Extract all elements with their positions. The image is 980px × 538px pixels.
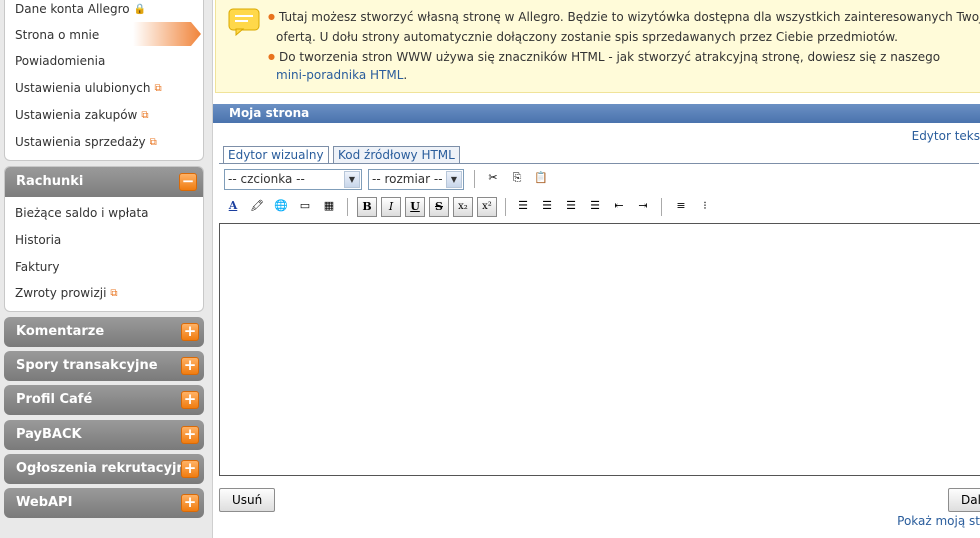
strikethrough-icon[interactable]: S [429,197,449,217]
external-link-icon: ⧉ [149,137,157,148]
info-text-line-3: ● Do tworzenia stron WWW używa się znaczn… [268,50,941,64]
editor-toolbar: -- czcionka -- ▼ -- rozmiar -- ▼ ✂ ⎘ 📋 A… [219,164,723,223]
info-text-line-4: mini-poradnika HTML. [276,68,408,82]
delete-button[interactable]: Usuń [219,488,276,512]
sidebar-section-profile-cafe[interactable]: Profil Café + [4,385,204,415]
paste-icon[interactable]: 📋 [531,169,551,189]
insert-link-icon[interactable]: 🌐 [271,197,291,217]
italic-icon[interactable]: I [381,197,401,217]
sidebar-item-sales-settings[interactable]: Ustawienia sprzedaży ⧉ [15,133,157,151]
align-left-icon[interactable]: ☰ [513,197,533,217]
sidebar-item-favourites-settings[interactable]: Ustawienia ulubionych ⧉ [15,79,162,97]
sidebar-section-comments[interactable]: Komentarze + [4,317,204,347]
accounts-header[interactable]: Rachunki − [5,167,203,197]
expand-icon[interactable]: + [181,460,199,478]
info-text-line-2: ofertą. U dołu strony automatycznie dołą… [276,30,898,44]
expand-icon[interactable]: + [181,391,199,409]
chevron-down-icon: ▼ [446,171,462,188]
toolbar-separator [347,198,348,216]
bullet-icon: ● [268,52,275,61]
underline-icon[interactable]: U [405,197,425,217]
bold-icon[interactable]: B [357,197,377,217]
lock-icon: 🔒 [133,4,147,15]
outdent-icon[interactable]: ⇤ [609,197,629,217]
align-center-icon[interactable]: ☰ [537,197,557,217]
sidebar-item-balance[interactable]: Bieżące saldo i wpłata [15,204,149,222]
sidebar-section-webapi[interactable]: WebAPI + [4,488,204,518]
active-item-indicator [133,22,201,46]
toolbar-separator [661,198,662,216]
editor-content-area[interactable] [219,223,980,476]
toolbar-separator [474,170,475,188]
speech-bubble-icon [228,8,260,36]
sidebar-item-account-data[interactable]: Dane konta Allegro 🔒 [15,0,146,18]
insert-image-icon[interactable]: ▭ [295,197,315,217]
sidebar-item-commission-refunds[interactable]: Zwroty prowizji ⧉ [15,284,118,302]
toolbar-separator [505,198,506,216]
main-content: ● Tutaj możesz stworzyć własną stronę w A… [212,0,980,538]
numbered-list-icon[interactable]: ≡ [671,197,691,217]
account-menu: Dane konta Allegro 🔒 Strona o mnie Powiad… [4,0,204,161]
sidebar-item-history[interactable]: Historia [15,231,61,249]
external-link-icon: ⧉ [154,83,162,94]
sidebar: Dane konta Allegro 🔒 Strona o mnie Powiad… [0,0,212,538]
cut-icon[interactable]: ✂ [483,169,503,189]
section-header: Moja strona [213,104,980,123]
sidebar-item-purchase-settings[interactable]: Ustawienia zakupów ⧉ [15,106,148,124]
text-editor-link[interactable]: Edytor teks [912,129,980,143]
sidebar-section-disputes[interactable]: Spory transakcyjne + [4,351,204,381]
indent-icon[interactable]: ⇥ [633,197,653,217]
html-guide-link[interactable]: mini-poradnika HTML [276,68,403,82]
bullet-icon: ● [268,12,275,21]
bulleted-list-icon[interactable]: ⁝ [695,197,715,217]
size-select[interactable]: -- rozmiar -- ▼ [368,169,464,190]
info-text-line-1: ● Tutaj możesz stworzyć własną stronę w A… [268,10,980,24]
expand-icon[interactable]: + [181,323,199,341]
accounts-section: Rachunki − Bieżące saldo i wpłata Histor… [4,166,204,312]
background-color-icon[interactable]: 🖍 [247,197,267,217]
subscript-icon[interactable]: x₂ [453,197,473,217]
align-right-icon[interactable]: ☰ [561,197,581,217]
chevron-down-icon: ▼ [344,171,360,188]
info-box: ● Tutaj możesz stworzyć własną stronę w A… [215,0,980,93]
insert-table-icon[interactable]: ▦ [319,197,339,217]
tab-visual-editor[interactable]: Edytor wizualny [223,146,329,164]
sidebar-section-job-ads[interactable]: Ogłoszenia rekrutacyjne + [4,454,204,484]
show-my-page-link[interactable]: Pokaż moją st [897,514,980,528]
next-button[interactable]: Dalej [948,488,980,512]
collapse-icon[interactable]: − [179,173,197,191]
sidebar-item-invoices[interactable]: Faktury [15,258,59,276]
expand-icon[interactable]: + [181,426,199,444]
expand-icon[interactable]: + [181,357,199,375]
copy-icon[interactable]: ⎘ [507,169,527,189]
text-color-icon[interactable]: A [223,197,243,217]
sidebar-item-about-me[interactable]: Strona o mnie [15,26,99,44]
sidebar-section-payback[interactable]: PayBACK + [4,420,204,450]
font-select[interactable]: -- czcionka -- ▼ [224,169,362,190]
align-justify-icon[interactable]: ☰ [585,197,605,217]
superscript-icon[interactable]: x² [477,197,497,217]
external-link-icon: ⧉ [141,110,149,121]
sidebar-item-notifications[interactable]: Powiadomienia [15,52,105,70]
tab-html-source[interactable]: Kod źródłowy HTML [333,146,460,164]
external-link-icon: ⧉ [110,288,118,299]
expand-icon[interactable]: + [181,494,199,512]
